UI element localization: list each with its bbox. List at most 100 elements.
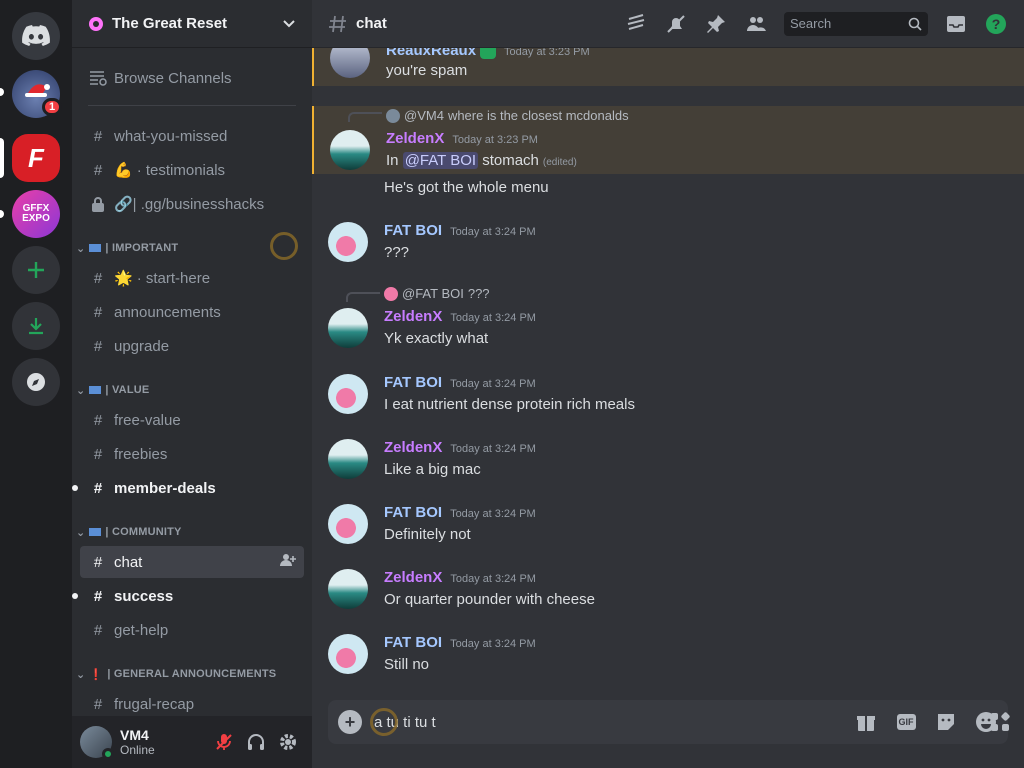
channel-businesshacks[interactable]: 🔗| .gg/businesshacks (80, 188, 304, 220)
channel-label: what-you-missed (114, 127, 228, 145)
browse-channels-item[interactable]: Browse Channels (80, 62, 304, 94)
channel-title: chat (356, 15, 387, 32)
category-community[interactable]: ⌄ | COMMUNITY (76, 522, 306, 542)
exclamation-icon: ❗ (89, 668, 104, 681)
avatar[interactable] (328, 504, 368, 544)
mute-button[interactable] (208, 726, 240, 758)
explore-servers-button[interactable] (12, 358, 60, 406)
threads-button[interactable] (624, 12, 648, 36)
message[interactable]: FAT BOI Today at 3:24 PM I eat nutrient d… (312, 372, 1024, 416)
channel-label: · testimonials (136, 161, 226, 179)
message-author[interactable]: ZeldenX Today at 3:23 PM (386, 130, 538, 147)
discord-home-button[interactable] (12, 12, 60, 60)
user-status: Online (120, 743, 155, 757)
channel-sidebar: The Great Reset Browse Channels # what-y… (72, 0, 312, 768)
attach-button[interactable]: + (338, 710, 362, 734)
reply-preview[interactable]: @FAT BOI ??? (384, 286, 490, 301)
channel-what-you-missed[interactable]: # what-you-missed (80, 120, 304, 152)
user-mention[interactable]: @FAT BOI (402, 152, 479, 169)
avatar[interactable] (328, 222, 368, 262)
chat-main: chat Search ? ReauxReaux Today at 3:23 PM… (312, 0, 1024, 768)
avatar[interactable] (330, 48, 370, 78)
message-author[interactable]: FAT BOI Today at 3:24 PM (384, 374, 536, 391)
category-value[interactable]: ⌄ | VALUE (76, 380, 306, 400)
gift-button[interactable] (854, 710, 878, 734)
channel-announcements[interactable]: # announcements (80, 296, 304, 328)
search-input[interactable]: Search (784, 11, 928, 36)
message[interactable]: @VM4 where is the closest mcdonalds Zeld… (312, 106, 1024, 174)
download-apps-button[interactable] (12, 302, 60, 350)
help-button[interactable]: ? (984, 12, 1008, 36)
apps-button[interactable] (976, 700, 1024, 744)
reply-text: ??? (467, 286, 490, 301)
channel-label: 🔗| .gg/businesshacks (114, 196, 265, 213)
user-name: VM4 (120, 727, 149, 743)
message-author[interactable]: ReauxReaux Today at 3:23 PM (386, 48, 590, 60)
server-icon-3[interactable]: GFFX EXPO (12, 190, 60, 238)
message-author[interactable]: ZeldenX Today at 3:24 PM (384, 439, 536, 456)
guild-header[interactable]: The Great Reset (72, 0, 312, 48)
message-input[interactable]: a tu ti tu t (374, 714, 838, 731)
avatar[interactable] (328, 308, 368, 348)
user-settings-button[interactable] (272, 726, 304, 758)
channel-label: frugal-recap (114, 695, 195, 713)
inbox-button[interactable] (944, 12, 968, 36)
discord-logo-icon (22, 25, 50, 46)
download-icon (29, 318, 43, 335)
message-author[interactable]: ZeldenX Today at 3:24 PM (384, 569, 536, 586)
avatar[interactable] (330, 130, 370, 170)
server-icon-2[interactable]: F (12, 134, 60, 182)
gif-button[interactable]: GIF (894, 710, 918, 734)
channel-label: upgrade (114, 337, 170, 355)
channel-upgrade[interactable]: # upgrade (80, 330, 304, 362)
create-invite-icon[interactable] (280, 552, 296, 572)
hashtag-icon: # (93, 695, 103, 713)
message[interactable]: FAT BOI Today at 3:24 PM Still no (312, 632, 1024, 676)
message[interactable]: ZeldenX Today at 3:24 PM Or quarter pound… (312, 567, 1024, 611)
avatar[interactable] (328, 439, 368, 479)
message-author[interactable]: FAT BOI Today at 3:24 PM (384, 504, 536, 521)
add-server-button[interactable] (12, 246, 60, 294)
channel-member-deals[interactable]: # member-deals (72, 472, 304, 504)
deafen-button[interactable] (240, 726, 272, 758)
message-text: Definitely not (384, 526, 471, 543)
channel-success[interactable]: # success (72, 580, 304, 612)
reply-avatar-icon (384, 286, 398, 301)
message-text: Like a big mac (384, 461, 481, 478)
message[interactable]: FAT BOI Today at 3:24 PM Definitely not (312, 502, 1024, 546)
online-status-icon (102, 748, 114, 760)
channel-testimonials[interactable]: # 💪 · testimonials (80, 154, 304, 186)
sticker-button[interactable] (934, 710, 958, 734)
divider (88, 105, 296, 106)
hashtag-icon: # (93, 269, 103, 287)
avatar[interactable] (328, 374, 368, 414)
channel-get-help[interactable]: # get-help (80, 614, 304, 646)
search-icon (908, 17, 922, 31)
channel-chat[interactable]: # chat (80, 546, 304, 578)
avatar[interactable] (328, 569, 368, 609)
channel-start-here[interactable]: # 🌟 · start-here (80, 262, 304, 294)
pinned-messages-button[interactable] (704, 12, 728, 36)
avatar[interactable] (80, 726, 114, 760)
message-author[interactable]: FAT BOI Today at 3:24 PM (384, 634, 536, 651)
member-list-button[interactable] (744, 12, 768, 36)
message-author[interactable]: FAT BOI Today at 3:24 PM (384, 222, 536, 239)
cursor-highlight (270, 232, 298, 260)
hashtag-icon: # (93, 621, 103, 639)
message[interactable]: ZeldenX Today at 3:24 PM Like a big mac (312, 437, 1024, 481)
user-info[interactable]: VM4 Online (120, 727, 208, 757)
message-author[interactable]: ZeldenX Today at 3:24 PM (384, 308, 536, 325)
message[interactable]: FAT BOI Today at 3:24 PM ??? (312, 220, 1024, 264)
category-general-announcements[interactable]: ⌄ ❗ | GENERAL ANNOUNCEMENTS (76, 664, 306, 684)
message[interactable]: ReauxReaux Today at 3:23 PM you're spam (312, 48, 1024, 86)
message[interactable]: @FAT BOI ??? ZeldenX Today at 3:24 PM Yk … (312, 284, 1024, 348)
chevron-down-icon: ⌄ (76, 668, 86, 681)
channel-free-value[interactable]: # free-value (80, 404, 304, 436)
gif-label: GIF (896, 714, 916, 730)
reply-preview[interactable]: @VM4 where is the closest mcdonalds (386, 108, 629, 123)
avatar[interactable] (328, 634, 368, 674)
chevron-down-icon: ⌄ (76, 384, 86, 397)
notification-settings-button[interactable] (664, 12, 688, 36)
channel-freebies[interactable]: # freebies (80, 438, 304, 470)
members-icon (747, 16, 766, 31)
